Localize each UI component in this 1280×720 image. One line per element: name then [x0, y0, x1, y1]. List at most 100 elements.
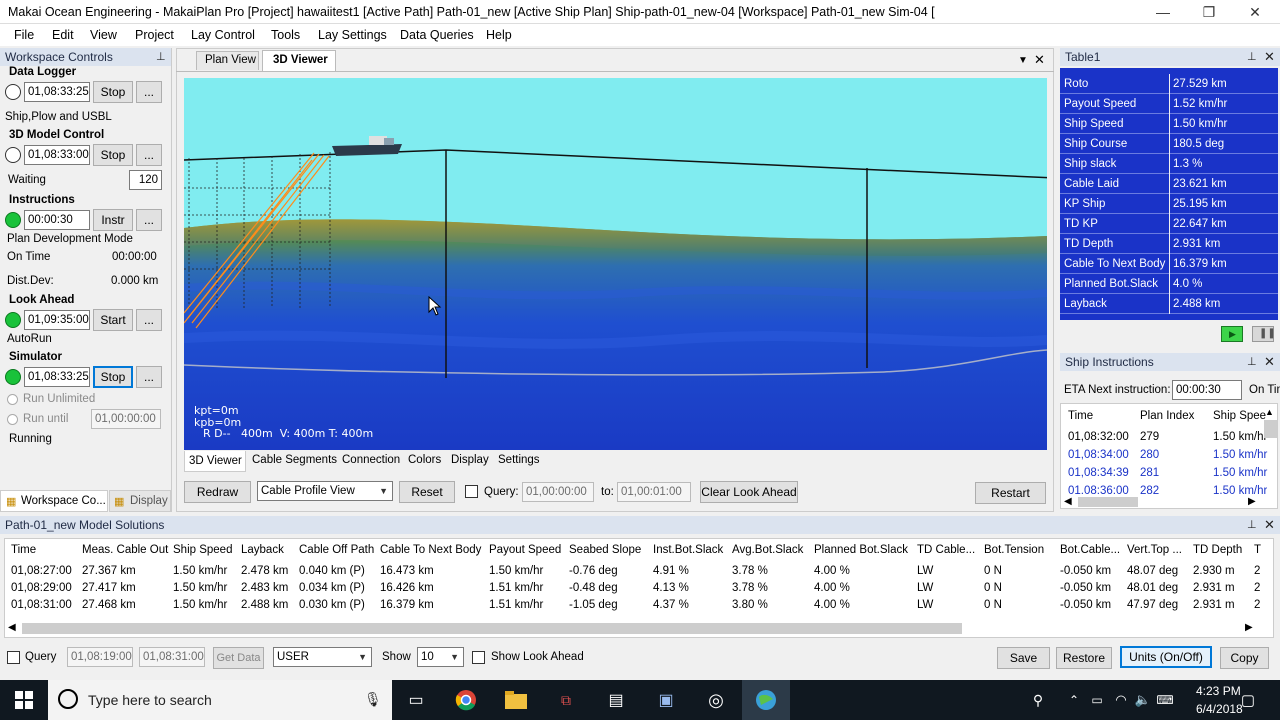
si-cell-speed[interactable]: 1.50 km/hr	[1213, 485, 1267, 494]
tab-display[interactable]: ▦ Display	[109, 490, 171, 512]
scroll-up-icon[interactable]: ▲	[1265, 407, 1274, 417]
tab-3d-viewer[interactable]: 3D Viewer	[262, 50, 336, 71]
ms-cell[interactable]: LW	[917, 582, 933, 594]
volume-icon[interactable]: 🔈	[1132, 680, 1154, 720]
table1-row[interactable]: Cable To Next Body 16.379 km	[1060, 254, 1278, 274]
ms-cell[interactable]: 01,08:31:00	[11, 599, 72, 611]
instructions-more-button[interactable]: ...	[136, 209, 162, 231]
si-cell-time[interactable]: 01,08:36:00	[1068, 485, 1129, 494]
ms-cell[interactable]: 1.50 km/hr	[489, 565, 543, 577]
query-from-input[interactable]: 01,00:00:00	[522, 482, 594, 502]
table1-row[interactable]: KP Ship 25.195 km	[1060, 194, 1278, 214]
scroll-left-icon[interactable]: ◀	[1064, 496, 1072, 507]
ms-cell[interactable]: 3.78 %	[732, 582, 768, 594]
menu-project[interactable]: Project	[135, 28, 174, 42]
waiting-value[interactable]: 120	[129, 170, 162, 190]
menu-file[interactable]: File	[14, 28, 34, 42]
model-control-radio[interactable]	[5, 147, 21, 163]
ms-cell[interactable]: 0 N	[984, 565, 1002, 577]
si-hscrollbar-thumb[interactable]	[1078, 497, 1138, 507]
view-select[interactable]: Cable Profile View ▼	[257, 481, 393, 501]
table1-row[interactable]: Ship slack 1.3 %	[1060, 154, 1278, 174]
ms-pin-icon[interactable]: ⊥	[1247, 518, 1257, 531]
ms-cell[interactable]: 27.417 km	[82, 582, 136, 594]
show-select[interactable]: 10 ▼	[417, 647, 464, 667]
look-ahead-time[interactable]: 01,09:35:00	[24, 310, 90, 330]
get-data-button[interactable]: Get Data	[213, 647, 264, 669]
simulator-time[interactable]: 01,08:33:25	[24, 367, 90, 387]
ms-cell[interactable]: 48.01 deg	[1127, 582, 1178, 594]
ms-cell[interactable]: 4.91 %	[653, 565, 689, 577]
ms-cell[interactable]: 0 N	[984, 599, 1002, 611]
table1-row[interactable]: Cable Laid 23.621 km	[1060, 174, 1278, 194]
table1-row[interactable]: Layback 2.488 km	[1060, 294, 1278, 314]
ms-cell[interactable]: 16.426 km	[380, 582, 434, 594]
copy-button[interactable]: Copy	[1220, 647, 1269, 669]
ms-cell[interactable]: 1.50 km/hr	[173, 599, 227, 611]
instructions-radio[interactable]	[5, 212, 21, 228]
subtab-cable-segments[interactable]: Cable Segments	[252, 454, 337, 466]
keyboard-icon[interactable]: ⌨	[1154, 680, 1176, 720]
ms-query-from[interactable]: 01,08:19:00	[67, 647, 133, 667]
ms-cell[interactable]: -0.050 km	[1060, 565, 1111, 577]
model-control-stop-button[interactable]: Stop	[93, 144, 133, 166]
play-button[interactable]: ▶	[1221, 326, 1243, 342]
ms-header[interactable]: Cable To Next Body	[380, 544, 481, 556]
look-ahead-start-button[interactable]: Start	[93, 309, 133, 331]
table1-row[interactable]: TD KP 22.647 km	[1060, 214, 1278, 234]
ms-cell[interactable]: 0.030 km (P)	[299, 599, 365, 611]
restart-button[interactable]: Restart	[975, 482, 1046, 504]
model-control-time[interactable]: 01,08:33:00	[24, 145, 90, 165]
table1-row[interactable]: Planned Bot.Slack 4.0 %	[1060, 274, 1278, 294]
app-icon-4[interactable]: ◎	[692, 680, 740, 720]
ms-cell[interactable]: 0.040 km (P)	[299, 565, 365, 577]
simulator-stop-button[interactable]: Stop	[93, 366, 133, 388]
ms-header[interactable]: Planned Bot.Slack	[814, 544, 908, 556]
subtab-3d-viewer[interactable]: 3D Viewer	[184, 451, 246, 472]
ms-cell[interactable]: 4.00 %	[814, 582, 850, 594]
app-icon-2[interactable]: ▤	[592, 680, 640, 720]
taskbar-search-box[interactable]: Type here to search 🎙	[48, 680, 392, 720]
pin-icon[interactable]: ⊥	[156, 50, 166, 63]
ms-header[interactable]: Layback	[241, 544, 284, 556]
ms-cell[interactable]: 1.50 km/hr	[173, 582, 227, 594]
ms-cell[interactable]: -1.05 deg	[569, 599, 618, 611]
ms-header[interactable]: Time	[11, 544, 36, 556]
reset-button[interactable]: Reset	[399, 481, 455, 503]
menu-lay-settings[interactable]: Lay Settings	[318, 28, 387, 42]
pause-button[interactable]: ❚❚	[1252, 326, 1276, 342]
ms-header[interactable]: Bot.Tension	[984, 544, 1044, 556]
ms-cell[interactable]: 2	[1254, 565, 1260, 577]
windows-start-icon[interactable]	[0, 680, 48, 720]
ship-instructions-pin-icon[interactable]: ⊥	[1247, 355, 1257, 368]
menu-edit[interactable]: Edit	[52, 28, 74, 42]
data-logger-stop-button[interactable]: Stop	[93, 81, 133, 103]
si-cell-index[interactable]: 279	[1140, 431, 1159, 443]
subtab-connection[interactable]: Connection	[342, 454, 400, 466]
ms-header[interactable]: Cable Off Path	[299, 544, 374, 556]
ms-cell[interactable]: 3.78 %	[732, 565, 768, 577]
ms-header[interactable]: Seabed Slope	[569, 544, 641, 556]
ms-cell[interactable]: 2.931 m	[1193, 582, 1235, 594]
chrome-icon[interactable]	[442, 680, 490, 720]
ms-scroll-left-icon[interactable]: ◀	[8, 622, 16, 633]
close-viewer-icon[interactable]: ✕	[1034, 52, 1045, 68]
ms-cell[interactable]: 1.50 km/hr	[173, 565, 227, 577]
ms-cell[interactable]: 2	[1254, 582, 1260, 594]
subtab-display[interactable]: Display	[451, 454, 489, 466]
save-button[interactable]: Save	[997, 647, 1050, 669]
menu-view[interactable]: View	[90, 28, 117, 42]
si-cell-index[interactable]: 282	[1140, 485, 1159, 494]
ms-cell[interactable]: 4.00 %	[814, 565, 850, 577]
ms-cell[interactable]: 2.488 km	[241, 599, 288, 611]
si-cell-speed[interactable]: 1.50 km/hr	[1213, 449, 1267, 461]
microphone-icon[interactable]: 🎙	[364, 691, 382, 708]
table1-row[interactable]: Payout Speed 1.52 km/hr	[1060, 94, 1278, 114]
menu-tools[interactable]: Tools	[271, 28, 300, 42]
data-logger-radio[interactable]	[5, 84, 21, 100]
file-explorer-icon[interactable]	[492, 680, 540, 720]
instructions-instr-button[interactable]: Instr	[93, 209, 133, 231]
query-checkbox[interactable]	[465, 485, 478, 498]
ms-cell[interactable]: LW	[917, 565, 933, 577]
run-unlimited-radio[interactable]	[7, 394, 18, 405]
